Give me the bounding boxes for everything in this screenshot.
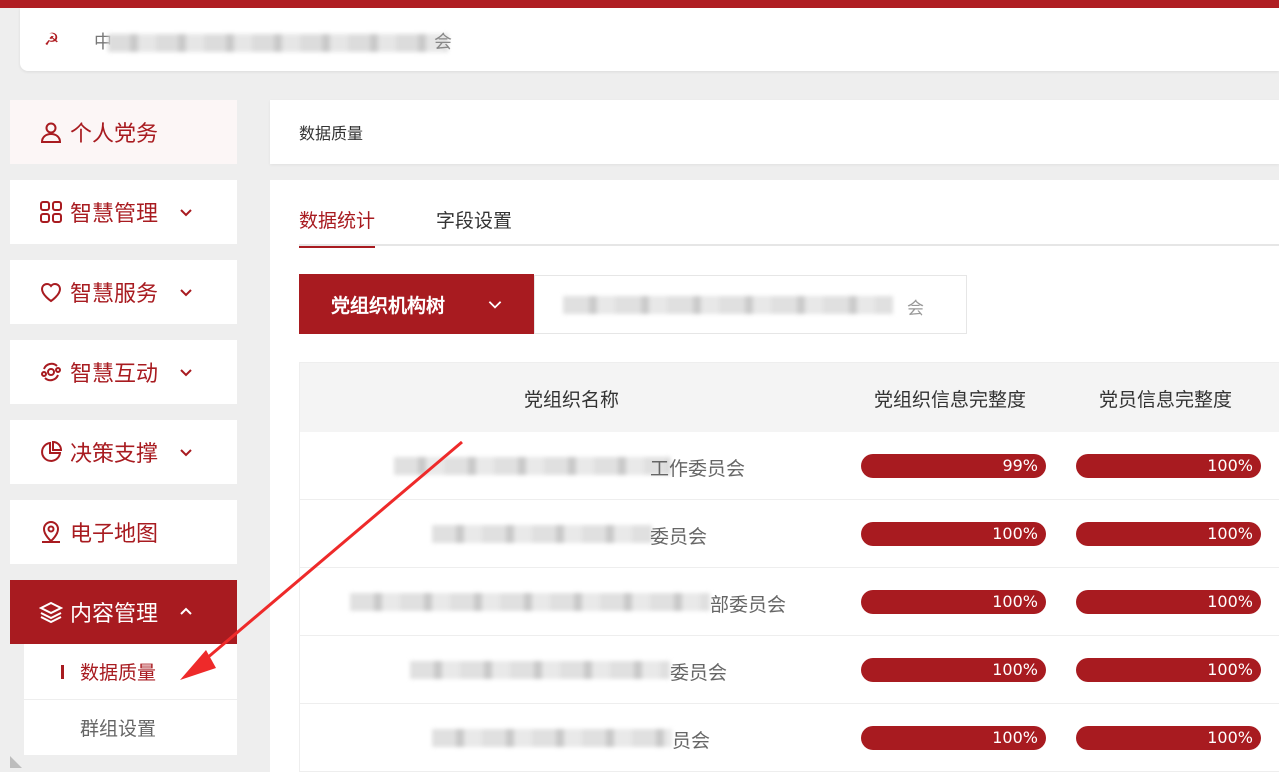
column-header-org-completeness: 党组织信息完整度 xyxy=(874,389,1027,411)
org-completeness-value: 99% xyxy=(1002,456,1038,475)
chevron-down-icon xyxy=(180,369,192,377)
org-name-redacted xyxy=(394,457,670,475)
selected-org-redacted xyxy=(563,296,893,314)
org-name-redacted xyxy=(410,661,670,679)
sidebar-item-label: 电子地图 xyxy=(70,522,159,547)
submenu-item-group-settings[interactable]: 群组设置 xyxy=(24,700,237,756)
org-name-redacted xyxy=(432,729,672,747)
heart-icon xyxy=(38,279,64,305)
member-completeness-bar: 100% xyxy=(1076,590,1261,614)
selected-org-field[interactable]: 会 xyxy=(534,275,967,334)
member-completeness-bar: 100% xyxy=(1076,522,1261,546)
sidebar-item-smart-management[interactable]: 智慧管理 xyxy=(10,180,237,244)
submenu-item-data-quality[interactable]: 数据质量 xyxy=(24,644,237,700)
content-management-submenu: 数据质量 群组设置 xyxy=(24,644,237,756)
app-header: ☭ 中 会 xyxy=(20,8,1279,71)
header-title-redacted xyxy=(108,34,448,52)
header-title-end: 会 xyxy=(434,32,452,53)
org-name-text: 部委员会 xyxy=(710,594,787,616)
member-completeness-bar: 100% xyxy=(1076,658,1261,682)
sidebar-item-label: 智慧服务 xyxy=(70,282,159,307)
tab-field-settings[interactable]: 字段设置 xyxy=(436,206,512,246)
org-name-cell: 委员会 xyxy=(300,500,848,568)
member-completeness-value: 100% xyxy=(1207,592,1253,611)
sidebar-corner-decoration xyxy=(10,756,22,768)
member-completeness-value: 100% xyxy=(1207,524,1253,543)
org-name-cell: 工作委员会 xyxy=(300,432,848,500)
table-row[interactable]: 员会 100% 100% xyxy=(300,704,1279,772)
selected-org-tail: 会 xyxy=(907,299,924,319)
chevron-down-icon xyxy=(180,289,192,297)
org-name-cell: 委员会 xyxy=(300,636,848,704)
org-completeness-value: 100% xyxy=(992,728,1038,747)
org-completeness-value: 100% xyxy=(992,592,1038,611)
sidebar-item-smart-service[interactable]: 智慧服务 xyxy=(10,260,237,324)
sidebar-item-label: 个人党务 xyxy=(70,122,159,147)
org-tree-dropdown-button[interactable]: 党组织机构树 xyxy=(299,274,534,334)
sidebar-item-label: 智慧管理 xyxy=(70,202,159,227)
table-row[interactable]: 部委员会 100% 100% xyxy=(300,568,1279,636)
org-name-cell: 部委员会 xyxy=(300,568,848,636)
main-panel: 数据统计 字段设置 党组织机构树 会 党组织名称 党组织信息完整度 党员信息完整… xyxy=(270,180,1279,772)
org-name-cell: 员会 xyxy=(300,704,848,772)
column-header-member-completeness: 党员信息完整度 xyxy=(1099,389,1233,411)
sidebar-item-personal-affairs[interactable]: 个人党务 xyxy=(10,100,237,164)
sidebar-item-decision-support[interactable]: 决策支撑 xyxy=(10,420,237,484)
member-completeness-bar: 100% xyxy=(1076,454,1261,478)
interaction-icon xyxy=(38,359,64,385)
submenu-item-label: 数据质量 xyxy=(80,662,157,684)
data-quality-table: 党组织名称 党组织信息完整度 党员信息完整度 工作委员会 99% 100% 委员… xyxy=(299,362,1279,772)
org-name-redacted xyxy=(350,593,710,611)
org-name-text: 工作委员会 xyxy=(650,458,746,480)
party-emblem-icon: ☭ xyxy=(44,30,60,50)
member-completeness-value: 100% xyxy=(1207,456,1253,475)
sidebar-item-electronic-map[interactable]: 电子地图 xyxy=(10,500,237,564)
org-name-text: 委员会 xyxy=(650,526,708,548)
member-completeness-value: 100% xyxy=(1207,660,1253,679)
org-name-text: 委员会 xyxy=(670,662,728,684)
column-header-org-name: 党组织名称 xyxy=(524,389,620,411)
table-row[interactable]: 委员会 100% 100% xyxy=(300,500,1279,568)
tab-label: 数据统计 xyxy=(299,210,376,232)
table-row[interactable]: 委员会 100% 100% xyxy=(300,636,1279,704)
top-brand-strip xyxy=(0,0,1279,8)
table-row[interactable]: 工作委员会 99% 100% xyxy=(300,432,1279,500)
sidebar: 个人党务 智慧管理 智慧服务 智慧互动 决策支撑 电子地图 内容管理 数据质量 … xyxy=(0,92,248,772)
org-completeness-bar: 100% xyxy=(861,590,1046,614)
chevron-down-icon xyxy=(180,449,192,457)
org-completeness-value: 100% xyxy=(992,524,1038,543)
table-header: 党组织名称 党组织信息完整度 党员信息完整度 xyxy=(300,362,1279,432)
user-icon xyxy=(38,119,64,145)
org-completeness-bar: 100% xyxy=(861,522,1046,546)
sidebar-item-label: 智慧互动 xyxy=(70,362,159,387)
pie-chart-icon xyxy=(38,439,64,465)
breadcrumb-current: 数据质量 xyxy=(299,124,364,143)
sidebar-item-label: 决策支撑 xyxy=(70,442,159,467)
member-completeness-value: 100% xyxy=(1207,728,1253,747)
tab-data-statistics[interactable]: 数据统计 xyxy=(299,206,376,248)
org-completeness-bar: 100% xyxy=(861,658,1046,682)
member-completeness-bar: 100% xyxy=(1076,726,1261,750)
map-pin-icon xyxy=(38,519,64,545)
breadcrumb: 数据质量 xyxy=(270,100,1279,164)
org-name-redacted xyxy=(432,525,652,543)
sidebar-item-content-management[interactable]: 内容管理 xyxy=(10,580,237,644)
grid-icon xyxy=(38,199,64,225)
org-completeness-bar: 100% xyxy=(861,726,1046,750)
layers-icon xyxy=(38,599,64,625)
org-name-text: 员会 xyxy=(672,730,711,752)
chevron-down-icon xyxy=(488,301,502,309)
chevron-up-icon xyxy=(180,607,192,615)
org-completeness-bar: 99% xyxy=(861,454,1046,478)
sidebar-item-label: 内容管理 xyxy=(70,602,159,627)
org-completeness-value: 100% xyxy=(992,660,1038,679)
tab-label: 字段设置 xyxy=(436,210,513,232)
tab-bar: 数据统计 字段设置 xyxy=(299,180,1279,248)
chevron-down-icon xyxy=(180,209,192,217)
org-tree-button-label: 党组织机构树 xyxy=(331,294,446,317)
sidebar-item-smart-interaction[interactable]: 智慧互动 xyxy=(10,340,237,404)
submenu-item-label: 群组设置 xyxy=(80,718,157,740)
